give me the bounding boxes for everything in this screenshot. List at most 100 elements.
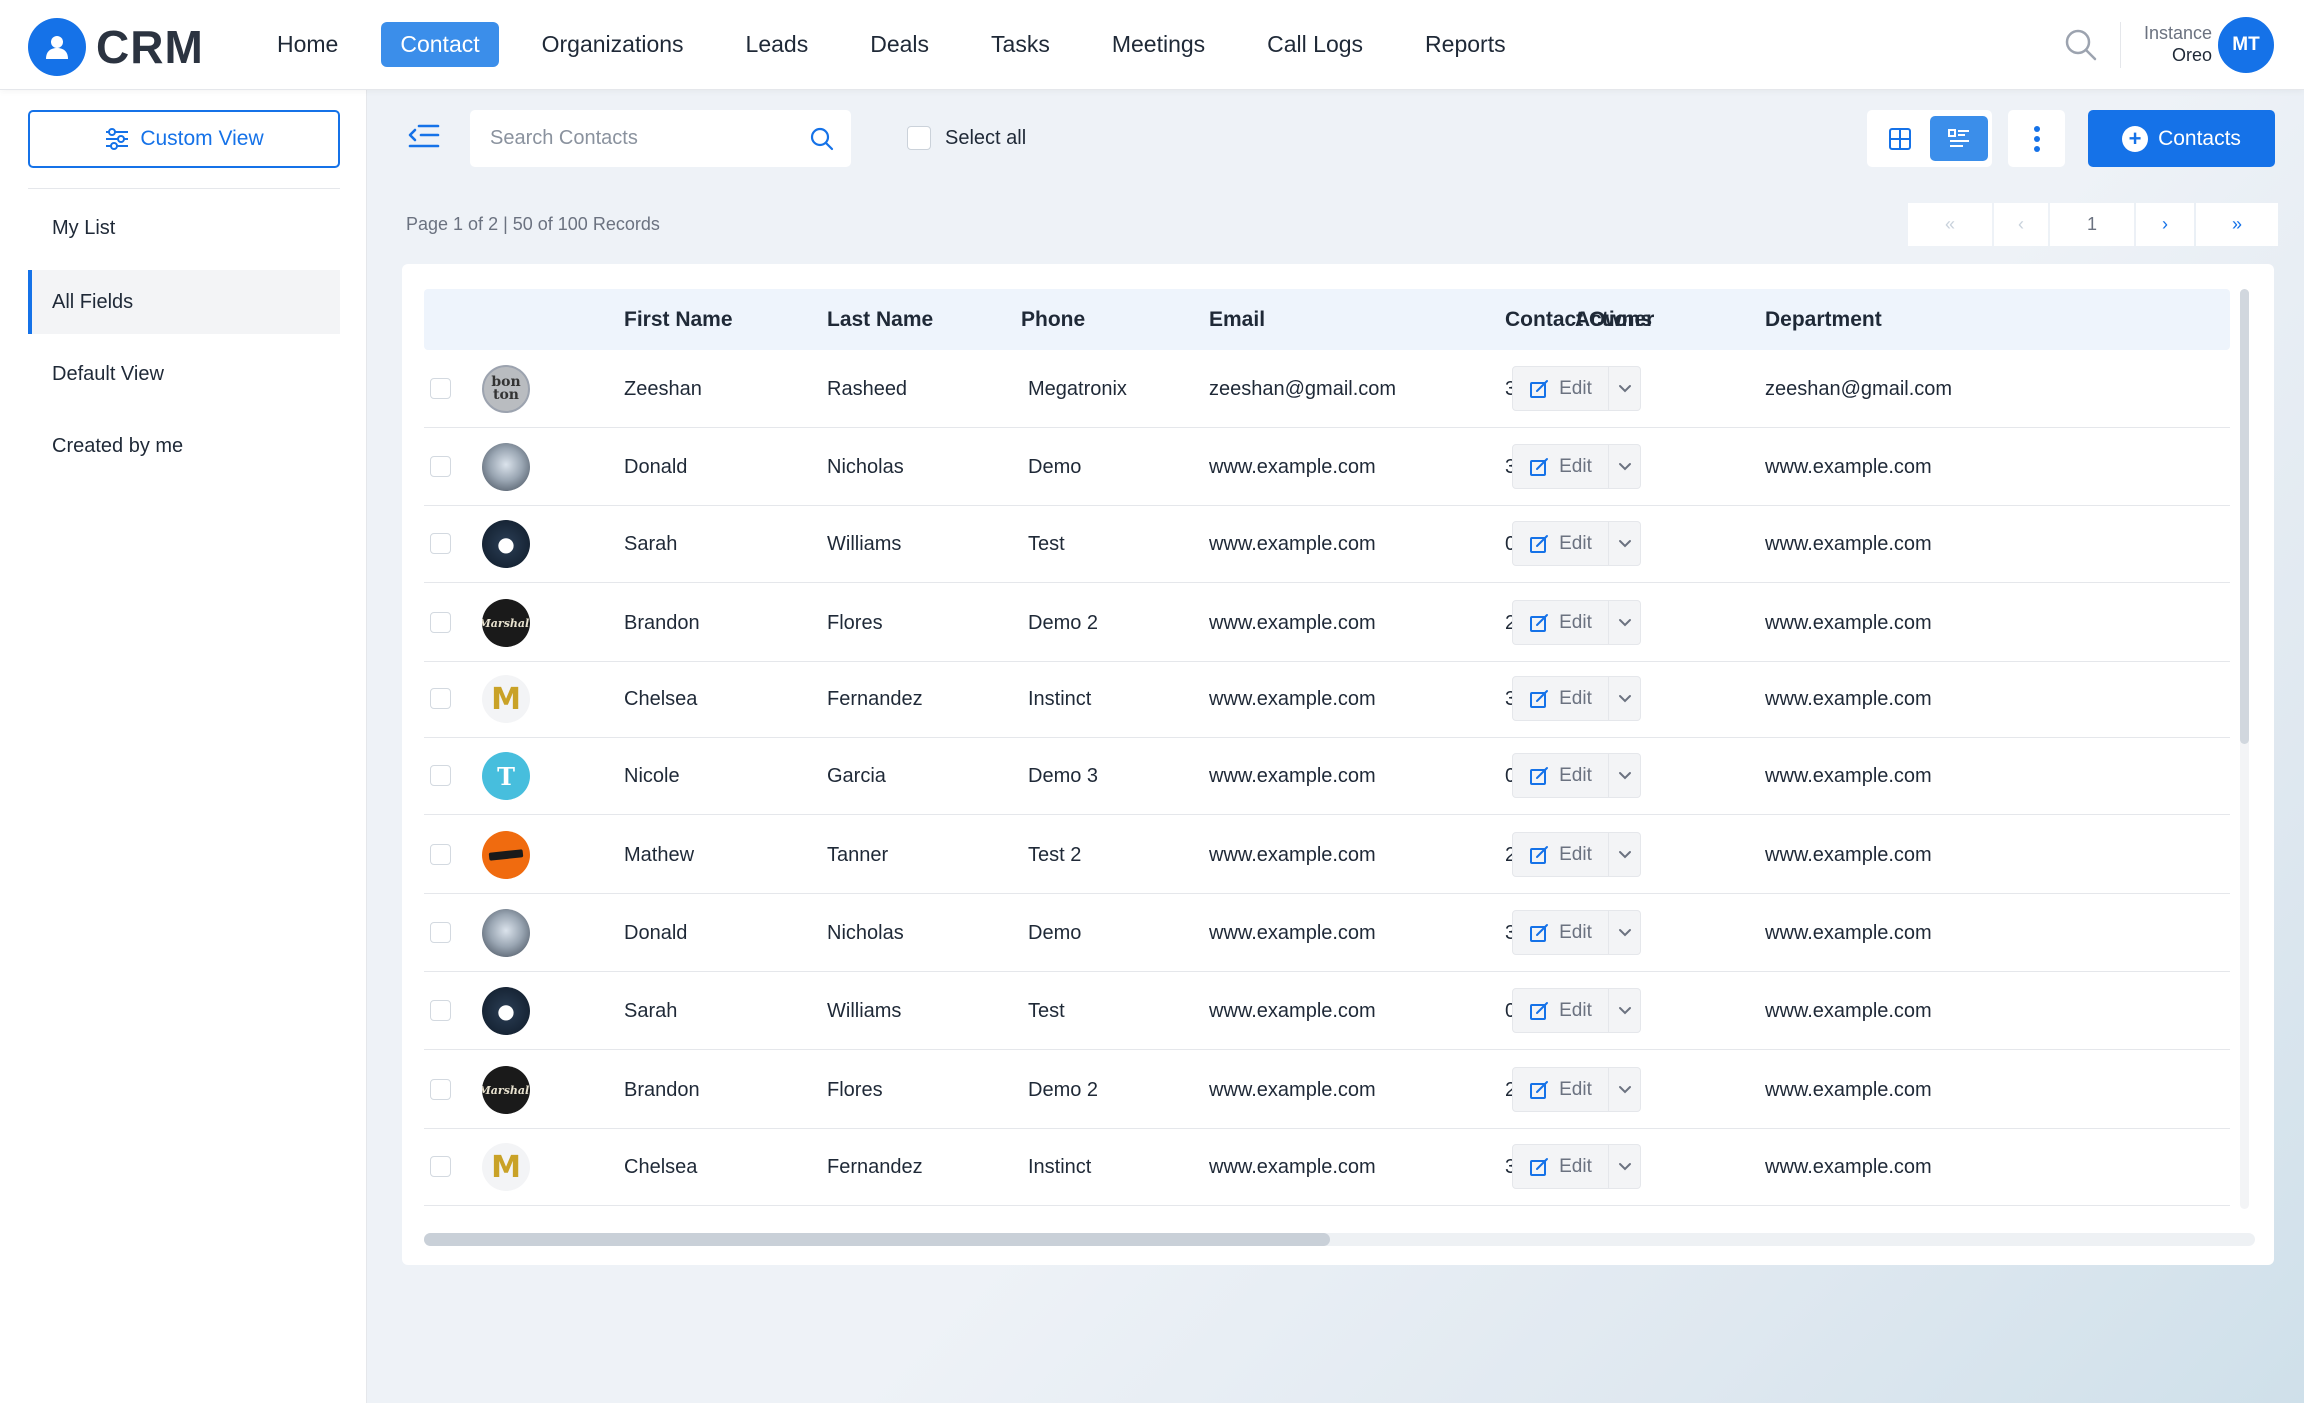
next-page-icon[interactable]: › <box>2136 203 2194 246</box>
contacts-table: First Name Last Name Phone Email Contact… <box>402 264 2274 1265</box>
cell-department: www.example.com <box>1765 688 1932 710</box>
global-search-icon[interactable] <box>2064 28 2098 62</box>
row-actions-dropdown[interactable] <box>1609 910 1641 955</box>
column-header-department[interactable]: Department <box>1765 289 1882 350</box>
nav-item-organizations[interactable]: Organizations <box>523 22 703 67</box>
row-actions-dropdown[interactable] <box>1609 444 1641 489</box>
row-checkbox[interactable] <box>430 533 451 554</box>
row-actions-dropdown[interactable] <box>1609 753 1641 798</box>
table-row[interactable]: DonaldNicholasDemowww.example.com371.810… <box>424 894 2230 972</box>
cell-department: www.example.com <box>1765 1000 1932 1022</box>
nav-item-leads[interactable]: Leads <box>727 22 828 67</box>
collapse-sidebar-icon[interactable] <box>407 120 441 154</box>
row-actions-dropdown[interactable] <box>1609 1067 1641 1112</box>
row-checkbox[interactable] <box>430 378 451 399</box>
more-options-button[interactable] <box>2008 110 2065 167</box>
company-cloud-logo <box>482 443 530 491</box>
column-header-email[interactable]: Email <box>1209 289 1265 350</box>
edit-button[interactable]: Edit <box>1512 366 1609 411</box>
edit-button[interactable]: Edit <box>1512 1067 1609 1112</box>
table-row[interactable]: MathewTannerTest 2www.example.com274.474… <box>424 816 2230 894</box>
custom-view-button[interactable]: Custom View <box>28 110 340 168</box>
page-number[interactable]: 1 <box>2050 203 2134 246</box>
vertical-scrollbar-thumb[interactable] <box>2240 289 2249 744</box>
add-contact-button[interactable]: + Contacts <box>2088 110 2275 167</box>
horizontal-scrollbar-thumb[interactable] <box>424 1233 1330 1246</box>
row-actions-dropdown[interactable] <box>1609 676 1641 721</box>
instance-name: Oreo <box>2171 45 2212 65</box>
edit-icon <box>1530 689 1549 708</box>
row-checkbox[interactable] <box>430 1156 451 1177</box>
nav-item-tasks[interactable]: Tasks <box>972 22 1069 67</box>
row-checkbox[interactable] <box>430 1000 451 1021</box>
sidebar-item-default-view[interactable]: Default View <box>28 342 340 406</box>
app-logo[interactable]: CRM <box>28 18 204 76</box>
table-row[interactable]: M Chelsea Fernandez Instinct www.example.com… <box>424 1128 2230 1206</box>
grid-view-button[interactable] <box>1871 116 1929 161</box>
row-actions-dropdown[interactable] <box>1609 1144 1641 1189</box>
table-row[interactable]: DonaldNicholasDemowww.example.com371.810… <box>424 428 2230 506</box>
cell-department: www.example.com <box>1765 922 1932 944</box>
sidebar-item-created-by-me[interactable]: Created by me <box>28 414 340 478</box>
cell-email: www.example.com <box>1209 922 1376 944</box>
table-row[interactable]: ●SarahWilliamsTestwww.example.com001-782… <box>424 505 2230 583</box>
column-header-first-name[interactable]: First Name <box>624 289 733 350</box>
table-row[interactable]: bon ton Zeeshan Rasheed Megatronix zeeshan@gm… <box>424 350 2230 428</box>
nav-item-deals[interactable]: Deals <box>851 22 948 67</box>
first-page-icon[interactable]: « <box>1908 203 1992 246</box>
row-checkbox[interactable] <box>430 765 451 786</box>
edit-button[interactable]: Edit <box>1512 753 1609 798</box>
nav-item-call-logs[interactable]: Call Logs <box>1248 22 1382 67</box>
edit-button[interactable]: Edit <box>1512 1144 1609 1189</box>
main-nav: Home Contact Organizations Leads Deals T… <box>258 22 1549 67</box>
sidebar-divider <box>28 188 340 189</box>
column-header-phone[interactable]: Phone <box>1021 289 1085 350</box>
row-checkbox[interactable] <box>430 612 451 633</box>
nav-item-meetings[interactable]: Meetings <box>1093 22 1224 67</box>
row-checkbox[interactable] <box>430 456 451 477</box>
sidebar-item-all-fields[interactable]: All Fields <box>28 270 340 334</box>
sidebar-item-my-list[interactable]: My List <box>28 196 340 260</box>
vertical-scrollbar[interactable] <box>2240 289 2249 1209</box>
edit-icon <box>1530 766 1549 785</box>
table-row[interactable]: M Chelsea Fernandez Instinct www.example.com… <box>424 660 2230 738</box>
edit-icon <box>1530 613 1549 632</box>
user-avatar[interactable]: MT <box>2218 17 2274 73</box>
row-checkbox[interactable] <box>430 1079 451 1100</box>
edit-button[interactable]: Edit <box>1512 444 1609 489</box>
table-row[interactable]: Marshall Brandon Flores Demo 2 www.example.c… <box>424 1051 2230 1129</box>
prev-page-icon[interactable]: ‹ <box>1994 203 2048 246</box>
edit-button[interactable]: Edit <box>1512 988 1609 1033</box>
edit-button[interactable]: Edit <box>1512 676 1609 721</box>
edit-label: Edit <box>1559 921 1592 943</box>
nav-item-contact[interactable]: Contact <box>381 22 499 67</box>
row-actions-dropdown[interactable] <box>1609 832 1641 877</box>
row-checkbox[interactable] <box>430 922 451 943</box>
edit-button[interactable]: Edit <box>1512 521 1609 566</box>
horizontal-scrollbar[interactable] <box>424 1233 2255 1246</box>
nav-item-home[interactable]: Home <box>258 22 357 67</box>
nav-item-reports[interactable]: Reports <box>1406 22 1525 67</box>
search-icon[interactable] <box>809 126 835 152</box>
company-mcdonalds-logo: M <box>482 1143 530 1191</box>
row-checkbox[interactable] <box>430 688 451 709</box>
list-view-button[interactable] <box>1930 116 1988 161</box>
edit-icon <box>1530 534 1549 553</box>
last-page-icon[interactable]: » <box>2196 203 2278 246</box>
search-input[interactable] <box>470 127 790 150</box>
row-actions-dropdown[interactable] <box>1609 366 1641 411</box>
table-row[interactable]: Marshall Brandon Flores Demo 2 www.example.c… <box>424 584 2230 662</box>
row-actions-dropdown[interactable] <box>1609 988 1641 1033</box>
select-all-checkbox[interactable] <box>907 126 931 150</box>
cell-email: zeeshan@gmail.com <box>1209 378 1397 400</box>
edit-button[interactable]: Edit <box>1512 832 1609 877</box>
edit-button[interactable]: Edit <box>1512 910 1609 955</box>
row-actions-dropdown[interactable] <box>1609 600 1641 645</box>
edit-button[interactable]: Edit <box>1512 600 1609 645</box>
column-header-last-name[interactable]: Last Name <box>827 289 933 350</box>
table-row[interactable]: TNicoleGarciaDemo 3www.example.com001-78… <box>424 737 2230 815</box>
row-actions-dropdown[interactable] <box>1609 521 1641 566</box>
row-checkbox[interactable] <box>430 844 451 865</box>
table-row[interactable]: ●SarahWilliamsTestwww.example.com001-782… <box>424 972 2230 1050</box>
edit-icon <box>1530 845 1549 864</box>
